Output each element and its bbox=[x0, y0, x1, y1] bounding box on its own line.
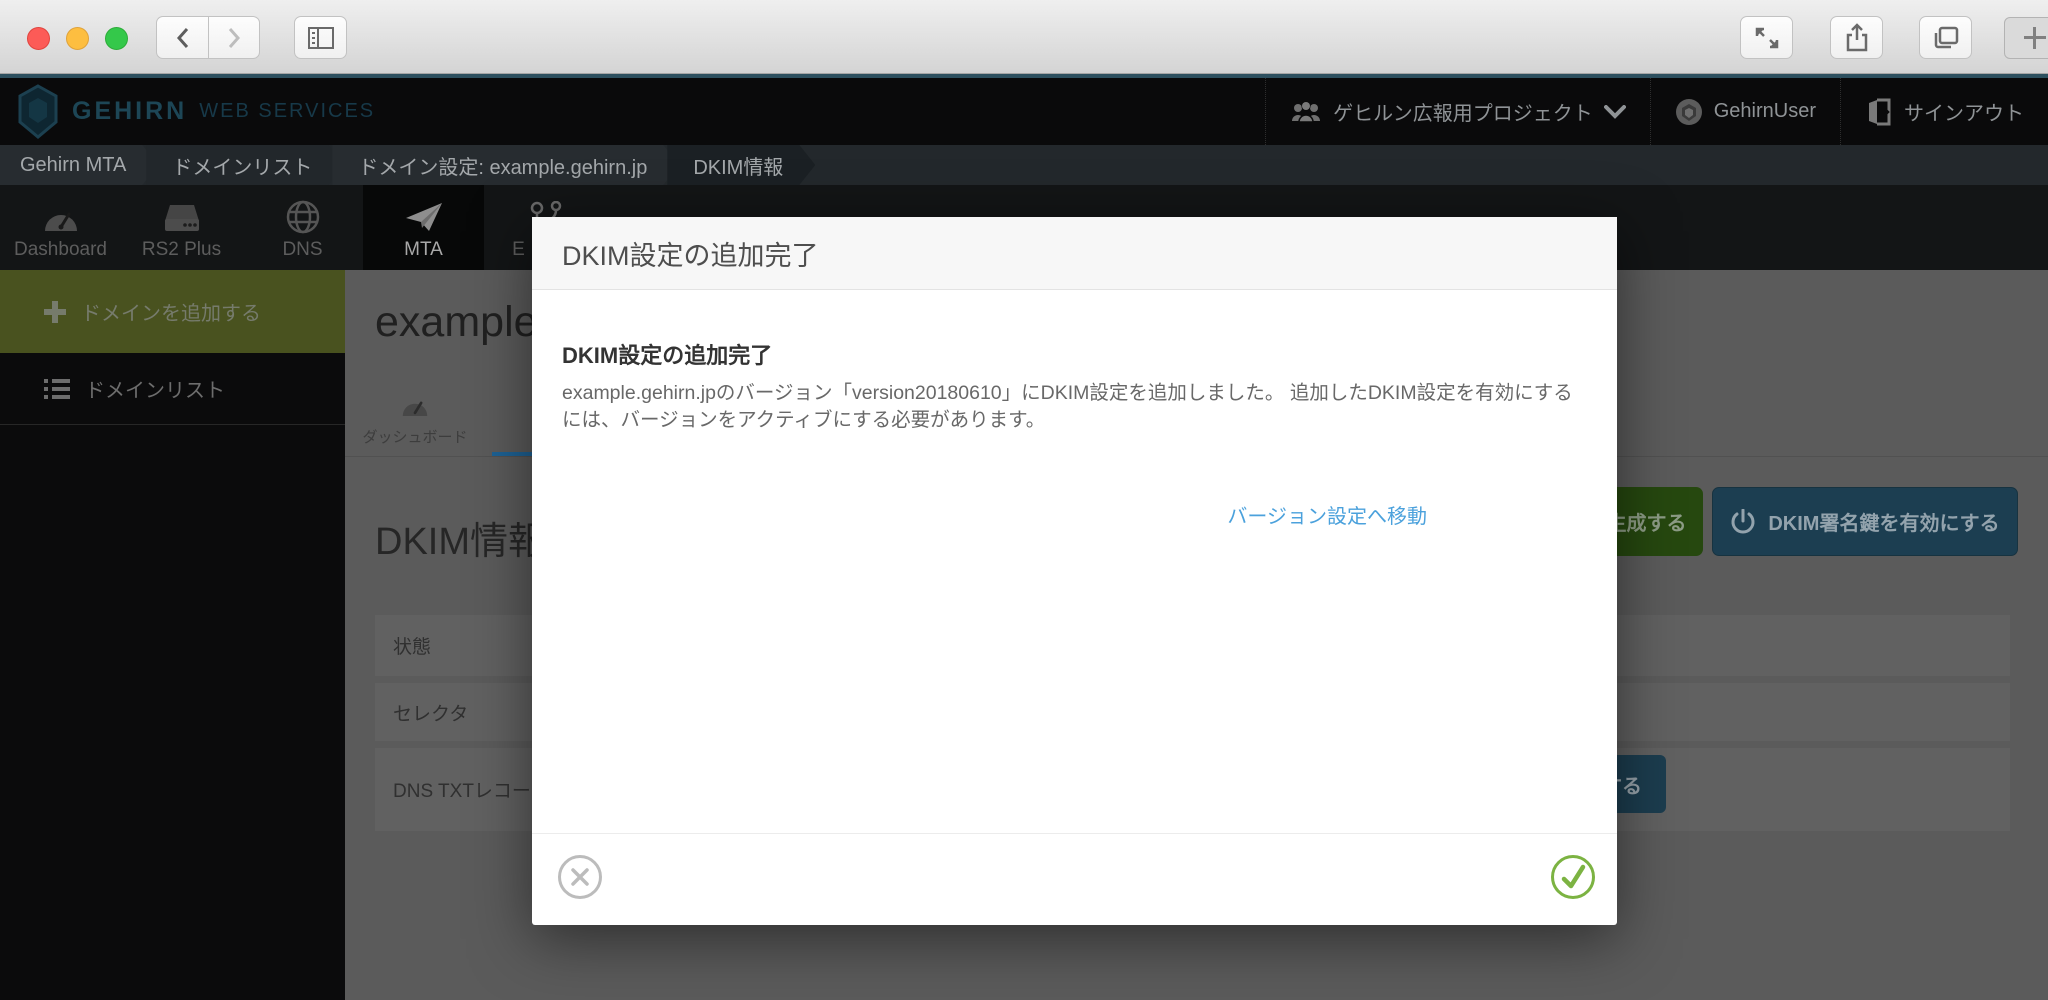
checkmark-icon bbox=[1561, 864, 1586, 889]
breadcrumb: Gehirn MTA ドメインリスト ドメイン設定: example.gehir… bbox=[0, 145, 2048, 185]
breadcrumb-item-domain-list[interactable]: ドメインリスト bbox=[146, 145, 344, 185]
modal-body-text: example.gehirn.jpのバージョン「version20180610」… bbox=[562, 382, 1573, 431]
modal-title: DKIM設定の追加完了 bbox=[562, 240, 819, 271]
project-name: ゲヒルン広報用プロジェクト bbox=[1333, 103, 1593, 125]
sidebar-item-add-domain[interactable]: ドメインを追加する bbox=[0, 270, 345, 353]
gehirn-hexagon-icon bbox=[18, 84, 58, 139]
list-icon bbox=[44, 378, 70, 399]
service-item-dashboard[interactable]: Dashboard bbox=[0, 185, 121, 270]
sidebar-item-domain-list[interactable]: ドメインリスト bbox=[0, 353, 345, 425]
project-selector[interactable]: ゲヒルン広報用プロジェクト bbox=[1265, 78, 1650, 145]
plus-icon bbox=[2013, 17, 2048, 59]
share-icon bbox=[1846, 22, 1867, 51]
minimize-window-button[interactable] bbox=[66, 27, 89, 50]
people-icon bbox=[1292, 100, 1321, 123]
zoom-window-button[interactable] bbox=[105, 27, 128, 50]
forward-button[interactable] bbox=[208, 16, 260, 59]
sidebar-toggle-button[interactable] bbox=[294, 16, 347, 59]
service-item-dns[interactable]: DNS bbox=[242, 185, 363, 270]
modal-subtitle: DKIM設定の追加完了 bbox=[562, 343, 773, 368]
modal-close-button[interactable] bbox=[558, 855, 602, 899]
back-button[interactable] bbox=[156, 16, 208, 59]
tabs-icon bbox=[1934, 26, 1958, 48]
user-menu[interactable]: GehirnUser bbox=[1649, 78, 1840, 145]
close-window-button[interactable] bbox=[27, 27, 50, 50]
close-icon bbox=[571, 868, 589, 886]
service-item-mta[interactable]: MTA bbox=[363, 185, 484, 270]
breadcrumb-item-gehirn-mta[interactable]: Gehirn MTA bbox=[0, 145, 158, 185]
user-name: GehirnUser bbox=[1713, 100, 1816, 122]
enable-dkim-key-button[interactable]: DKIM署名鍵を有効にする bbox=[1712, 487, 2018, 556]
modal-confirm-button[interactable] bbox=[1551, 855, 1595, 899]
share-button[interactable] bbox=[1830, 16, 1883, 59]
sidebar-icon bbox=[307, 26, 334, 49]
browser-chrome bbox=[0, 0, 2048, 74]
mta-sidebar: ドメインを追加する ドメインリスト bbox=[0, 270, 345, 1000]
power-icon bbox=[1731, 508, 1755, 533]
signout-button[interactable]: サインアウト bbox=[1840, 78, 2048, 145]
signout-label: サインアウト bbox=[1904, 103, 2024, 125]
chevron-down-icon bbox=[1603, 104, 1626, 119]
server-icon bbox=[164, 205, 199, 231]
avatar bbox=[1675, 98, 1702, 125]
plus-icon bbox=[44, 300, 66, 323]
modal-footer bbox=[532, 833, 1617, 925]
go-to-version-settings-link[interactable]: バージョン設定へ移動 bbox=[1227, 500, 1427, 529]
gehirn-logo[interactable]: GEHIRN WEB SERVICES bbox=[18, 84, 375, 139]
logo-suffix-text: WEB SERVICES bbox=[199, 100, 376, 122]
dkim-section-title: DKIM情報 bbox=[375, 521, 547, 563]
dkim-complete-modal: DKIM設定の追加完了 DKIM設定の追加完了 example.gehirn.j… bbox=[532, 217, 1617, 925]
breadcrumb-item-dkim-info[interactable]: DKIM情報 bbox=[667, 145, 815, 185]
fullscreen-icon bbox=[1755, 27, 1778, 48]
new-tab-button[interactable] bbox=[2004, 17, 2048, 59]
signout-icon bbox=[1869, 98, 1891, 125]
site-header: GEHIRN WEB SERVICES ゲヒルン広報用プロジェクト Gehirn… bbox=[0, 74, 2048, 145]
tab-dashboard[interactable]: ダッシュボード bbox=[345, 390, 485, 456]
logo-brand-text: GEHIRN bbox=[72, 97, 188, 125]
globe-icon bbox=[286, 200, 319, 234]
modal-header: DKIM設定の追加完了 bbox=[532, 217, 1617, 290]
show-tabs-button[interactable] bbox=[1919, 16, 1972, 59]
chevron-left-icon bbox=[176, 27, 188, 48]
paper-plane-icon bbox=[405, 203, 442, 231]
breadcrumb-item-domain-settings[interactable]: ドメイン設定: example.gehirn.jp bbox=[332, 145, 679, 185]
gauge-icon bbox=[402, 401, 428, 416]
service-item-rs2-plus[interactable]: RS2 Plus bbox=[121, 185, 242, 270]
chevron-right-icon bbox=[228, 27, 241, 48]
gauge-icon bbox=[44, 212, 77, 231]
fullscreen-button[interactable] bbox=[1740, 16, 1793, 59]
